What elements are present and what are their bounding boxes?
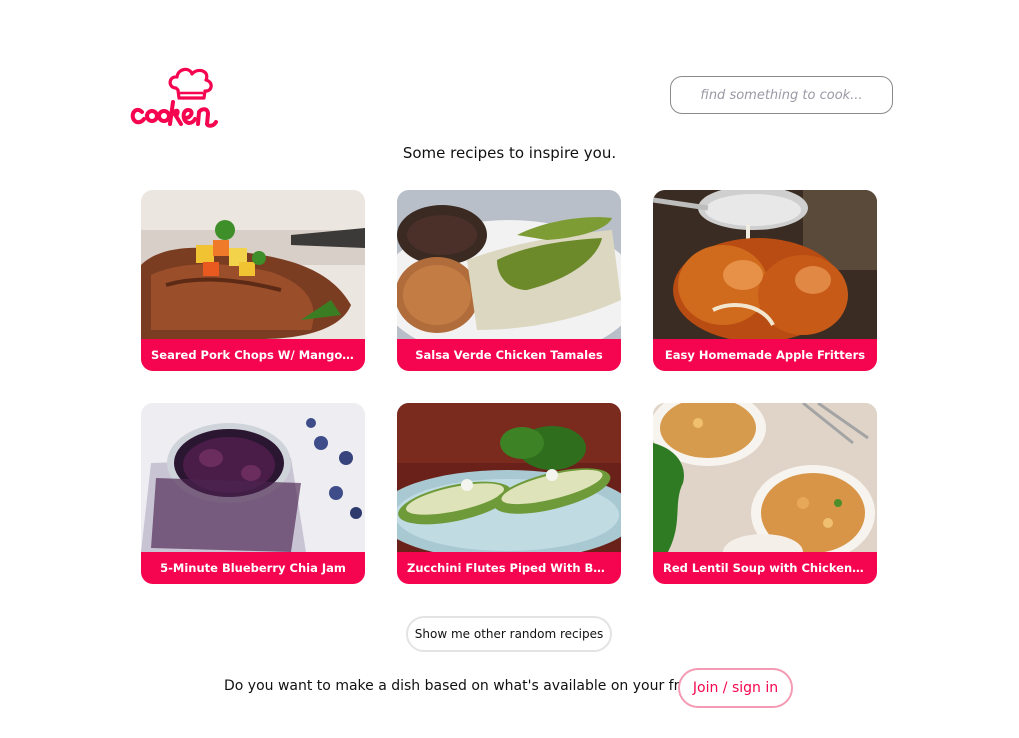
recipe-photo: [397, 403, 621, 552]
recipe-search-input[interactable]: [670, 76, 893, 114]
recipe-title: 5-Minute Blueberry Chia Jam: [141, 552, 365, 584]
recipe-photo: [397, 190, 621, 339]
recipe-title: Zucchini Flutes Piped With Basil ...: [397, 552, 621, 584]
recipe-card[interactable]: Easy Homemade Apple Fritters: [653, 190, 877, 371]
intro-text: Some recipes to inspire you.: [402, 144, 617, 162]
recipe-card[interactable]: Zucchini Flutes Piped With Basil ...: [397, 403, 621, 584]
recipe-photo: [653, 190, 877, 339]
recipe-title: Seared Pork Chops W/ Mango Sa...: [141, 339, 365, 371]
recipe-photo: [653, 403, 877, 552]
chef-hat-logo-icon: [130, 67, 218, 128]
recipe-card[interactable]: Salsa Verde Chicken Tamales: [397, 190, 621, 371]
cooken-logo[interactable]: [128, 62, 222, 130]
recipe-card[interactable]: Red Lentil Soup with Chicken an...: [653, 403, 877, 584]
recipe-card[interactable]: Seared Pork Chops W/ Mango Sa...: [141, 190, 365, 371]
show-random-recipes-button[interactable]: Show me other random recipes: [406, 616, 612, 652]
fridge-prompt-text: Do you want to make a dish based on what…: [224, 678, 718, 694]
recipe-photo: [141, 190, 365, 339]
recipe-photo: [141, 403, 365, 552]
join-sign-in-button[interactable]: Join / sign in: [678, 668, 793, 708]
recipe-card[interactable]: 5-Minute Blueberry Chia Jam: [141, 403, 365, 584]
recipe-title: Red Lentil Soup with Chicken an...: [653, 552, 877, 584]
recipe-title: Salsa Verde Chicken Tamales: [397, 339, 621, 371]
recipe-title: Easy Homemade Apple Fritters: [653, 339, 877, 371]
